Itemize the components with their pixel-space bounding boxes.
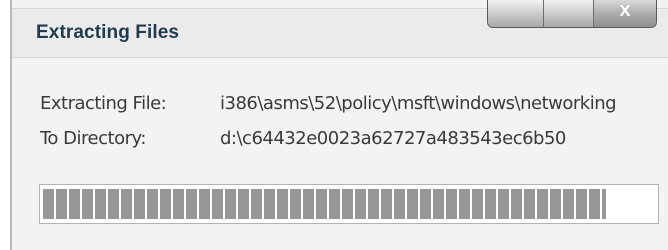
minimize-button[interactable] [488, 0, 544, 27]
progress-fill [43, 189, 606, 219]
maximize-button[interactable] [544, 0, 594, 27]
extraction-progress-bar [39, 184, 659, 224]
extracting-file-row: Extracting File: i386\asms\52\policy\msft… [40, 93, 617, 114]
to-directory-value: d:\c64432e0023a62727a483543ec6b50 [220, 128, 566, 149]
to-directory-label: To Directory: [40, 128, 146, 149]
extracting-file-label: Extracting File: [40, 93, 167, 114]
extracting-file-value: i386\asms\52\policy\msft\windows\network… [220, 93, 617, 114]
to-directory-row: To Directory: d:\c64432e0023a62727a483543… [40, 128, 566, 149]
close-icon: X [619, 2, 631, 20]
dialog-title: Extracting Files [36, 22, 180, 43]
extract-dialog: Extracting Files X Extracting File: i386\… [10, 0, 668, 250]
close-button[interactable]: X [594, 0, 656, 27]
caption-buttons: X [487, 0, 657, 28]
